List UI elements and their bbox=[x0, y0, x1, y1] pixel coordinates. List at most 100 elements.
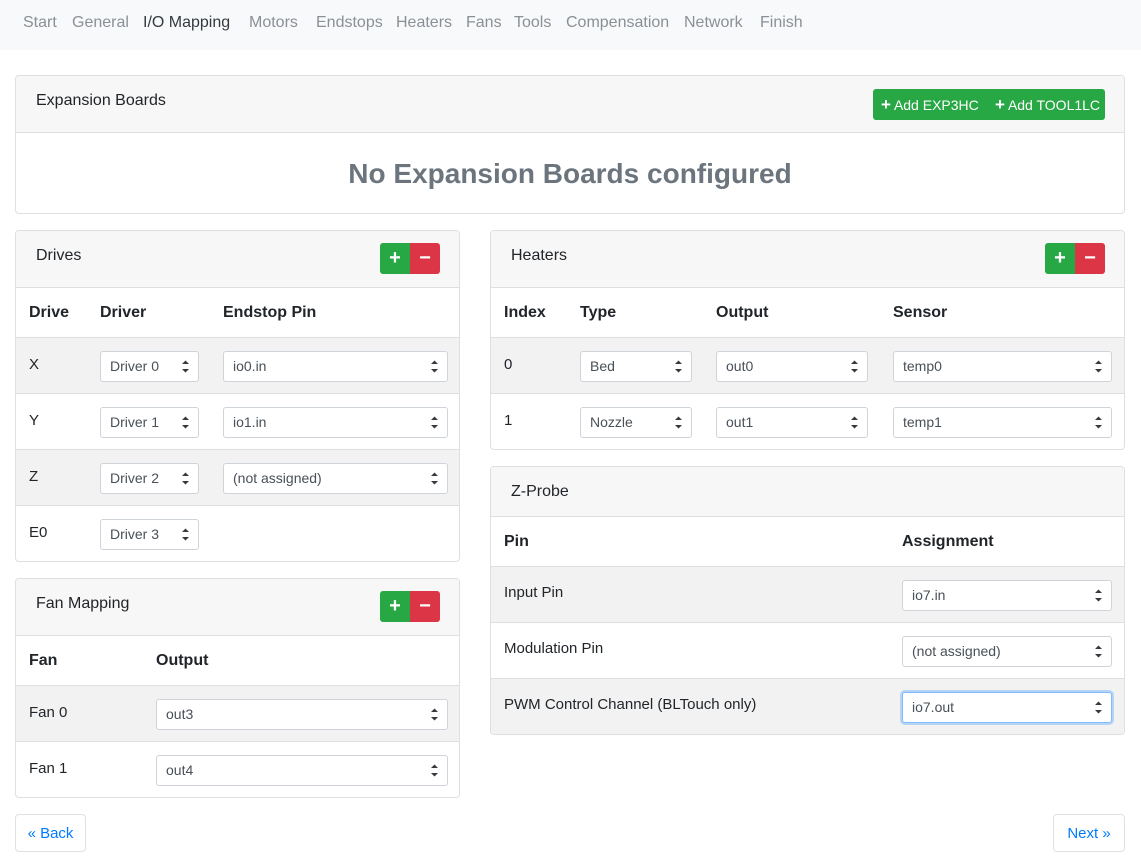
plus-icon: + bbox=[995, 94, 1005, 114]
fan-output-value: out4 bbox=[166, 762, 194, 778]
add-tool1lc-button[interactable]: + Add TOOL1LC bbox=[990, 89, 1105, 120]
tab-finish[interactable]: Finish bbox=[760, 14, 803, 32]
driver-select[interactable]: Driver 3 bbox=[100, 519, 199, 550]
z-probe-pin-label: Input Pin bbox=[504, 584, 564, 601]
endstop-pin-select[interactable]: (not assigned) bbox=[223, 463, 448, 494]
tab-heaters[interactable]: Heaters bbox=[396, 14, 452, 32]
add-heater-button[interactable]: + bbox=[1045, 243, 1075, 274]
tab-endstops[interactable]: Endstops bbox=[316, 14, 383, 32]
fan-label: Fan 1 bbox=[29, 760, 68, 777]
fan-label: Fan 0 bbox=[29, 704, 68, 721]
select-arrows-icon bbox=[1095, 589, 1102, 602]
z-probe-input-pin-select[interactable]: io7.in bbox=[902, 580, 1112, 611]
driver-select[interactable]: Driver 1 bbox=[100, 407, 199, 438]
heater-index: 0 bbox=[504, 356, 513, 373]
table-row: 0 Bed out0 temp0 bbox=[491, 337, 1124, 393]
select-arrows-icon bbox=[675, 360, 682, 373]
z-probe-title: Z-Probe bbox=[511, 483, 569, 500]
drive-label: Y bbox=[29, 412, 40, 429]
select-arrows-icon bbox=[675, 416, 682, 429]
z-probe-header-pin: Pin bbox=[504, 533, 529, 550]
driver-select-value: Driver 1 bbox=[110, 414, 160, 430]
tab-motors[interactable]: Motors bbox=[249, 14, 298, 32]
heater-index: 1 bbox=[504, 412, 513, 429]
remove-heater-button[interactable]: − bbox=[1075, 243, 1105, 274]
fan-output-select[interactable]: out3 bbox=[156, 699, 448, 730]
select-arrows-icon bbox=[1095, 645, 1102, 658]
heater-sensor-select[interactable]: temp0 bbox=[893, 351, 1112, 382]
expansion-boards-title: Expansion Boards bbox=[36, 92, 166, 109]
expansion-boards-card: Expansion Boards + Add EXP3HC + Add TOOL… bbox=[15, 75, 1125, 214]
fan-mapping-header: Fan Mapping + − bbox=[16, 579, 459, 636]
select-arrows-icon bbox=[1095, 360, 1102, 373]
z-probe-header-assignment: Assignment bbox=[902, 533, 994, 550]
select-arrows-icon bbox=[182, 472, 189, 485]
heater-type-value: Nozzle bbox=[590, 414, 633, 430]
table-row: Modulation Pin (not assigned) bbox=[491, 622, 1124, 678]
back-button[interactable]: « Back bbox=[15, 814, 86, 852]
driver-select-value: Driver 3 bbox=[110, 526, 160, 542]
tab-network[interactable]: Network bbox=[684, 14, 743, 32]
endstop-pin-select[interactable]: io1.in bbox=[223, 407, 448, 438]
next-button[interactable]: Next » bbox=[1053, 814, 1125, 852]
tab-compensation[interactable]: Compensation bbox=[566, 14, 669, 32]
heater-output-select[interactable]: out1 bbox=[716, 407, 868, 438]
tab-fans[interactable]: Fans bbox=[466, 14, 502, 32]
z-probe-card: Z-Probe Pin Assignment Input Pin io7.in … bbox=[490, 466, 1125, 735]
heater-output-value: out1 bbox=[726, 414, 754, 430]
table-row: Fan 0 out3 bbox=[16, 685, 459, 741]
endstop-pin-select[interactable]: io0.in bbox=[223, 351, 448, 382]
heaters-add-remove-group: + − bbox=[1045, 243, 1105, 274]
select-arrows-icon bbox=[182, 528, 189, 541]
fan-output-select[interactable]: out4 bbox=[156, 755, 448, 786]
heater-output-select[interactable]: out0 bbox=[716, 351, 868, 382]
tab-tools[interactable]: Tools bbox=[514, 14, 551, 32]
heater-sensor-value: temp1 bbox=[903, 414, 942, 430]
heater-output-value: out0 bbox=[726, 358, 754, 374]
select-arrows-icon bbox=[431, 360, 438, 373]
tab-general[interactable]: General bbox=[72, 14, 129, 32]
heater-sensor-value: temp0 bbox=[903, 358, 942, 374]
endstop-pin-value: io0.in bbox=[233, 358, 267, 374]
drives-title: Drives bbox=[36, 247, 82, 264]
fan-mapping-title: Fan Mapping bbox=[36, 595, 130, 612]
z-probe-pwm-channel-select[interactable]: io7.out bbox=[902, 692, 1112, 723]
add-fan-button[interactable]: + bbox=[380, 591, 410, 622]
heaters-header-output: Output bbox=[716, 304, 769, 321]
heater-type-select[interactable]: Bed bbox=[580, 351, 692, 382]
z-probe-header: Z-Probe bbox=[491, 467, 1124, 517]
tab-io-mapping[interactable]: I/O Mapping bbox=[143, 14, 230, 32]
heater-type-value: Bed bbox=[590, 358, 615, 374]
remove-fan-button[interactable]: − bbox=[410, 591, 440, 622]
select-arrows-icon bbox=[431, 472, 438, 485]
remove-drive-button[interactable]: − bbox=[410, 243, 440, 274]
fans-header-output: Output bbox=[156, 652, 209, 669]
fan-mapping-card: Fan Mapping + − Fan Output Fan 0 out3 Fa… bbox=[15, 578, 460, 798]
heater-sensor-select[interactable]: temp1 bbox=[893, 407, 1112, 438]
z-probe-modulation-pin-select[interactable]: (not assigned) bbox=[902, 636, 1112, 667]
endstop-pin-value: io1.in bbox=[233, 414, 267, 430]
expansion-boards-header: Expansion Boards + Add EXP3HC + Add TOOL… bbox=[16, 76, 1124, 133]
endstop-pin-value: (not assigned) bbox=[233, 470, 322, 486]
z-probe-input-pin-value: io7.in bbox=[912, 587, 946, 603]
heaters-header: Heaters + − bbox=[491, 231, 1124, 288]
heater-type-select[interactable]: Nozzle bbox=[580, 407, 692, 438]
driver-select[interactable]: Driver 0 bbox=[100, 351, 199, 382]
select-arrows-icon bbox=[431, 764, 438, 777]
fan-output-value: out3 bbox=[166, 706, 194, 722]
drive-label: Z bbox=[29, 468, 39, 485]
table-row: X Driver 0 io0.in bbox=[16, 337, 459, 393]
select-arrows-icon bbox=[182, 360, 189, 373]
drives-header-driver: Driver bbox=[100, 304, 147, 321]
select-arrows-icon bbox=[1095, 701, 1102, 714]
z-probe-modulation-pin-value: (not assigned) bbox=[912, 643, 1001, 659]
tab-start[interactable]: Start bbox=[23, 14, 57, 32]
select-arrows-icon bbox=[851, 416, 858, 429]
heaters-header-type: Type bbox=[580, 304, 617, 321]
select-arrows-icon bbox=[851, 360, 858, 373]
drives-add-remove-group: + − bbox=[380, 243, 440, 274]
drives-header-endstop: Endstop Pin bbox=[223, 304, 317, 321]
add-exp3hc-button[interactable]: + Add EXP3HC bbox=[873, 89, 990, 120]
add-drive-button[interactable]: + bbox=[380, 243, 410, 274]
driver-select[interactable]: Driver 2 bbox=[100, 463, 199, 494]
